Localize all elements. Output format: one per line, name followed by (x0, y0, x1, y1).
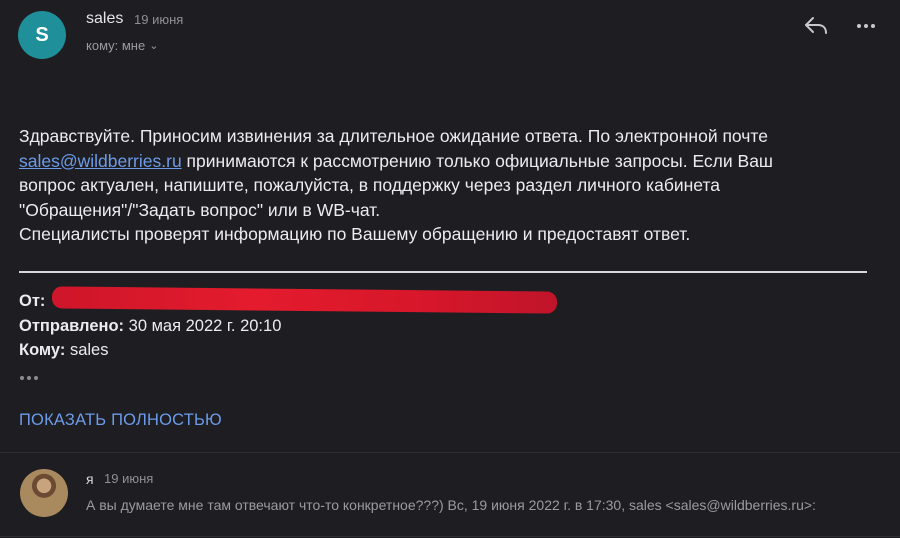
sender-avatar[interactable]: S (18, 11, 66, 59)
reply-snippet[interactable]: А вы думаете мне там отвечают что-то кон… (86, 497, 816, 513)
quoted-from-label: От: (19, 292, 46, 310)
reply-button[interactable] (802, 14, 830, 38)
expand-quoted-button[interactable] (20, 376, 38, 380)
body-line-2-text: принимаются к рассмотрению только официа… (181, 150, 773, 171)
body-line-4: "Обращения"/"Задать вопрос" или в WB-чат… (19, 199, 381, 220)
quoted-sent-value: 30 мая 2022 г. 20:10 (128, 317, 282, 335)
body-line-1: Здравствуйте. Приносим извинения за длит… (19, 126, 768, 146)
reply-date: 19 июня (104, 471, 154, 486)
show-all-link[interactable]: ПОКАЗАТЬ ПОЛНОСТЬЮ (19, 411, 222, 430)
body-line-3: вопрос актуален, напишите, пожалуйста, в… (19, 175, 720, 195)
quoted-to: Кому: sales (19, 341, 109, 360)
quote-divider (19, 271, 867, 273)
quoted-sent: Отправлено: 30 мая 2022 г. 20:10 (19, 317, 281, 336)
reply-icon (805, 17, 827, 34)
quoted-to-label: Кому: (19, 341, 66, 359)
message-date: 19 июня (134, 12, 184, 27)
my-avatar[interactable] (20, 469, 68, 517)
thread-separator (0, 452, 900, 453)
email-link[interactable]: sales@wildberries.ru (19, 151, 182, 171)
sender-name[interactable]: sales (86, 10, 123, 28)
quoted-from: От: (19, 292, 45, 311)
chevron-down-icon: ⌄ (149, 40, 159, 52)
quoted-to-value: sales (69, 341, 109, 359)
quoted-sent-label: Отправлено: (19, 317, 125, 335)
body-line-5: Специалисты проверят информацию по Вашем… (19, 224, 691, 244)
message-body: Здравствуйте. Приносим извинения за длит… (19, 124, 879, 247)
recipients-toggle[interactable]: кому: мне ⌄ (86, 38, 158, 53)
reply-sender[interactable]: я (86, 471, 94, 487)
thread-separator-bottom (0, 536, 900, 537)
redaction-scribble (51, 286, 558, 314)
more-icon (857, 24, 875, 28)
recipients-label: кому: мне (86, 38, 146, 53)
body-line-2: sales@wildberries.ru принимаются к рассм… (19, 149, 879, 174)
more-button[interactable] (852, 14, 880, 38)
